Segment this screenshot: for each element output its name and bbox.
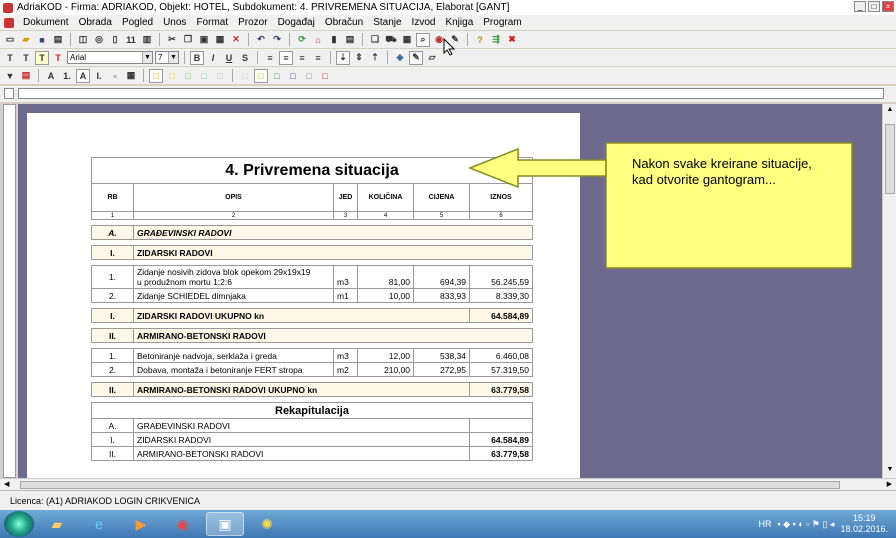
language-indicator[interactable]: HR	[758, 519, 771, 529]
license-status: Licenca: (A1) ADRIAKOD LOGIN CRIKVENICA	[10, 495, 201, 506]
clock-time: 15:19	[852, 513, 876, 523]
vertical-scrollbar[interactable]: ▲ ▼	[882, 104, 896, 478]
clock[interactable]: 15:19 18.02.2016.	[840, 513, 888, 535]
tray-icons[interactable]: ▪ ◆ ▪ ◐ ▫ ⚑ ▯ ◂	[777, 519, 834, 530]
system-tray: HR ▪ ◆ ▪ ◐ ▫ ⚑ ▯ ◂ 15:19 18.02.2016.	[758, 510, 888, 538]
scroll-right-icon[interactable]: ▶	[887, 480, 892, 488]
status-bar: Licenca: (A1) ADRIAKOD LOGIN CRIKVENICA	[0, 490, 896, 510]
horizontal-scrollbar[interactable]: ◀ ▶	[0, 478, 896, 490]
adriakod-taskbar-icon[interactable]: ▣	[206, 512, 244, 536]
hscroll-thumb[interactable]	[20, 481, 840, 489]
mouse-cursor-icon	[443, 38, 455, 56]
ie-icon[interactable]: e	[80, 512, 118, 536]
media-player-icon[interactable]: ▶	[122, 512, 160, 536]
taskbar: ▰ e ▶ ◉ ▣ ✺ HR ▪ ◆ ▪ ◐ ▫ ⚑ ▯ ◂ 15:19 18.…	[0, 510, 896, 538]
callout-arrow	[467, 147, 607, 189]
callout-line1: Nakon svake kreirane situacije,	[632, 156, 812, 171]
chrome-icon[interactable]: ◉	[164, 512, 202, 536]
clock-date: 18.02.2016.	[840, 524, 888, 534]
scroll-left-icon[interactable]: ◀	[4, 480, 9, 488]
app-taskbar-icon[interactable]: ✺	[248, 512, 286, 536]
scroll-down-icon[interactable]: ▼	[885, 466, 895, 476]
callout-line2: kad otvorite gantogram...	[632, 172, 776, 187]
callout-text: Nakon svake kreirane situacije, kad otvo…	[632, 156, 842, 281]
scroll-thumb[interactable]	[885, 124, 895, 194]
explorer-icon[interactable]: ▰	[38, 512, 76, 536]
scroll-up-icon[interactable]: ▲	[885, 106, 895, 116]
start-button[interactable]	[4, 511, 34, 537]
